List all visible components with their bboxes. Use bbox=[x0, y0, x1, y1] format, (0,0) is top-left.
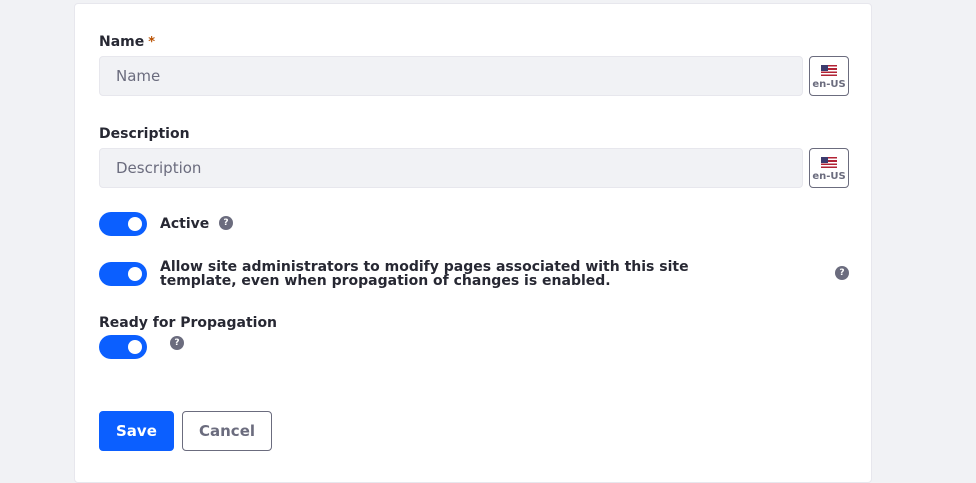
ready-for-propagation-label: Ready for Propagation bbox=[99, 315, 278, 331]
us-flag-icon bbox=[821, 64, 837, 76]
allow-modify-toggle[interactable] bbox=[99, 262, 147, 286]
description-label: Description bbox=[99, 126, 190, 142]
name-label: Name * bbox=[99, 33, 155, 52]
save-button[interactable]: Save bbox=[99, 411, 174, 451]
name-label-text: Name bbox=[99, 34, 145, 50]
description-input[interactable] bbox=[99, 148, 803, 188]
question-circle-icon[interactable]: ? bbox=[219, 216, 233, 230]
active-label: Active bbox=[160, 216, 210, 232]
question-circle-icon[interactable]: ? bbox=[170, 336, 184, 350]
allow-modify-label: Allow site administrators to modify page… bbox=[160, 259, 689, 289]
description-locale-code: en-US bbox=[812, 170, 846, 182]
question-circle-icon[interactable]: ? bbox=[835, 266, 849, 280]
toggle-knob bbox=[128, 267, 142, 281]
cancel-button[interactable]: Cancel bbox=[182, 411, 273, 451]
ready-for-propagation-toggle[interactable] bbox=[99, 335, 147, 359]
active-toggle[interactable] bbox=[99, 212, 147, 236]
us-flag-icon bbox=[821, 156, 837, 168]
name-locale-button[interactable]: en-US bbox=[809, 56, 849, 96]
toggle-knob bbox=[128, 217, 142, 231]
description-locale-button[interactable]: en-US bbox=[809, 148, 849, 188]
required-mark: * bbox=[148, 35, 156, 50]
name-locale-code: en-US bbox=[812, 78, 846, 90]
toggle-knob bbox=[128, 340, 142, 354]
name-input[interactable] bbox=[99, 56, 803, 96]
